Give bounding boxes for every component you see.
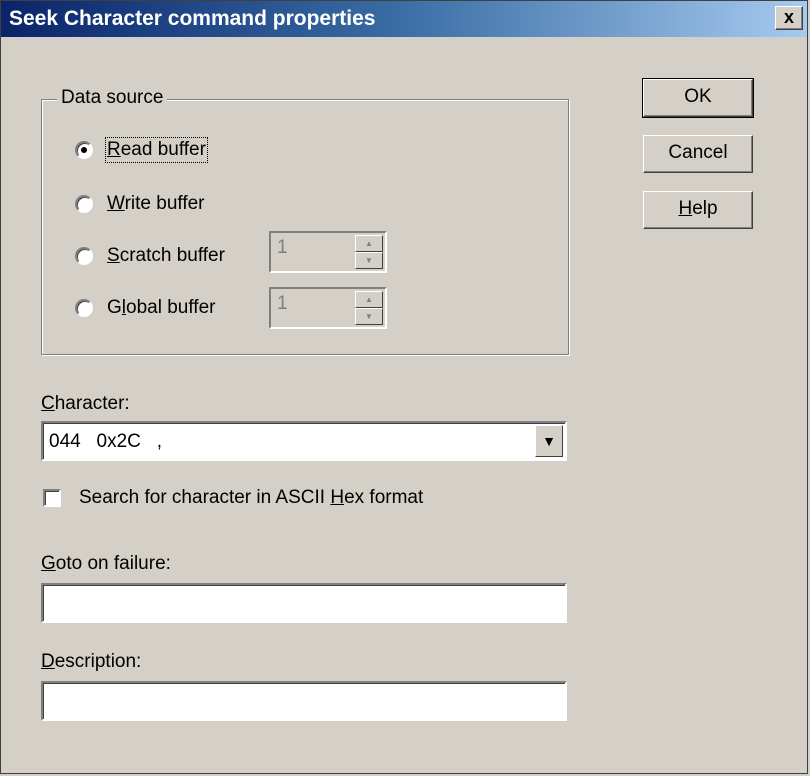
radio-button[interactable] [75, 299, 93, 317]
spin-buttons: ▲ ▼ [355, 235, 383, 269]
radio-read-buffer[interactable]: Read buffer [75, 137, 208, 163]
description-label: Description: [41, 651, 142, 672]
spin-down-icon: ▼ [355, 308, 383, 325]
cancel-button[interactable]: Cancel [643, 135, 753, 173]
character-select[interactable]: 044 0x2C , ▼ [41, 421, 567, 461]
hex-format-checkbox[interactable] [43, 489, 61, 507]
goto-failure-input[interactable] [41, 583, 567, 623]
character-value: 044 0x2C , [49, 431, 163, 452]
hex-format-label: Search for character in ASCII Hex format [79, 487, 424, 508]
description-input[interactable] [41, 681, 567, 721]
global-buffer-spinner: 1 ▲ ▼ [269, 287, 387, 329]
radio-scratch-buffer[interactable]: Scratch buffer [75, 245, 225, 267]
spin-up-icon: ▲ [355, 235, 383, 252]
window-title: Seek Character command properties [9, 7, 376, 30]
scratch-buffer-spinner: 1 ▲ ▼ [269, 231, 387, 273]
global-buffer-value: 1 [277, 293, 288, 314]
help-button[interactable]: Help [643, 191, 753, 229]
radio-write-buffer[interactable]: Write buffer [75, 193, 205, 215]
radio-button[interactable] [75, 141, 93, 159]
close-button[interactable]: x [775, 6, 803, 30]
spin-up-icon: ▲ [355, 291, 383, 308]
radio-label-scratch-buffer: Scratch buffer [107, 245, 225, 266]
radio-button[interactable] [75, 247, 93, 265]
scratch-buffer-value: 1 [277, 237, 288, 258]
ok-button[interactable]: OK [642, 78, 754, 118]
radio-label-write-buffer: Write buffer [107, 193, 205, 214]
dialog-window: Seek Character command properties x Data… [0, 0, 808, 774]
radio-button[interactable] [75, 195, 93, 213]
character-label: Character: [41, 393, 130, 414]
radio-global-buffer[interactable]: Global buffer [75, 297, 215, 319]
data-source-legend: Data source [57, 87, 168, 109]
close-icon: x [783, 7, 794, 27]
radio-label-global-buffer: Global buffer [107, 297, 216, 318]
radio-label-read-buffer: Read buffer [105, 137, 208, 163]
goto-failure-label: Goto on failure: [41, 553, 171, 574]
spin-down-icon: ▼ [355, 252, 383, 269]
radio-selected-dot [81, 147, 87, 153]
chevron-down-icon[interactable]: ▼ [535, 425, 563, 457]
spin-buttons: ▲ ▼ [355, 291, 383, 325]
title-bar[interactable]: Seek Character command properties x [1, 1, 807, 37]
